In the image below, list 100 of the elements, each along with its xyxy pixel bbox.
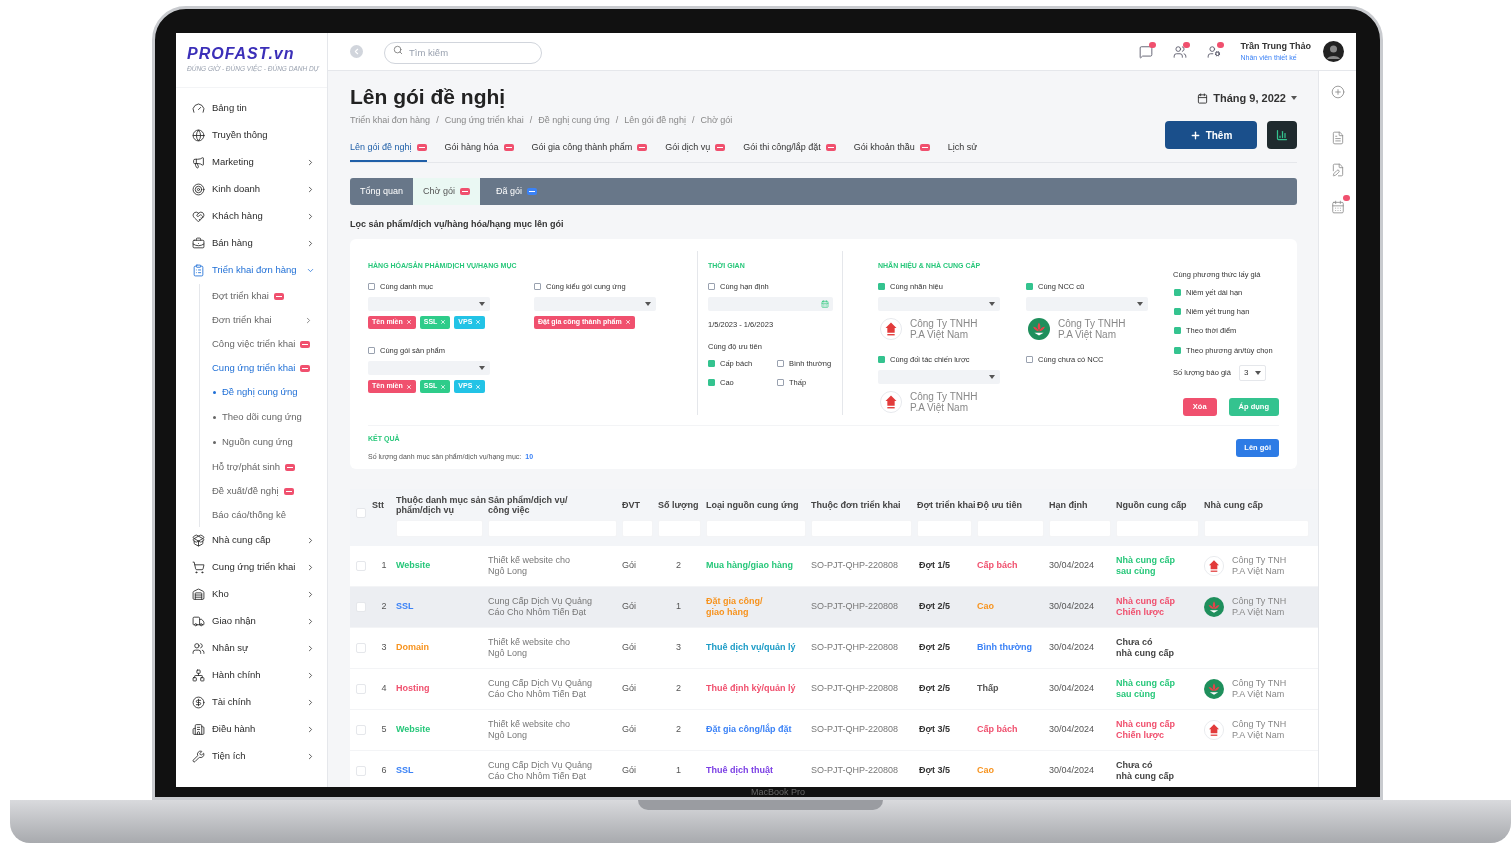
table-cell-text: Đặt gia công/lắp đặt xyxy=(706,724,793,735)
checkbox[interactable] xyxy=(1174,327,1181,335)
dropdown-field[interactable] xyxy=(368,361,490,375)
table-row[interactable]: 5 Website Thiết kế website cho Ngô Long Gói 2 Đặt gia công/lắp đặt SO-PJT-QHP-220808 Đợt 3/5 Cấp bách 30/04/2024 Nhà cung cấp Chiến lược Công Ty TNH P.A Việt Nam xyxy=(350,709,1318,751)
sidebar-item[interactable]: Marketing xyxy=(176,149,327,176)
remove-icon[interactable] xyxy=(405,319,412,326)
document-edit-icon[interactable] xyxy=(1330,163,1345,177)
checkbox[interactable] xyxy=(878,282,885,290)
checkbox[interactable] xyxy=(1026,355,1033,363)
table-cell-text: SO-PJT-QHP-220808 xyxy=(811,765,900,776)
checkbox[interactable] xyxy=(1026,282,1033,290)
sidebar-item[interactable]: Kho xyxy=(176,581,327,608)
remove-icon[interactable] xyxy=(475,319,482,326)
checkbox[interactable] xyxy=(777,378,784,386)
table-row[interactable]: 3 Domain Thiết kế website cho Ngô Long Gói 3 Thuê dịch vụ/quản lý SO-PJT-QHP-220808 Đợt 2/5 Bình thường 30/04/2024 Chưa có nhà cung cấp xyxy=(350,627,1318,669)
document-icon[interactable] xyxy=(1330,131,1345,145)
sidebar-item[interactable]: Khách hàng xyxy=(176,203,327,230)
breadcrumb-link[interactable]: Cung ứng triển khai xyxy=(444,114,524,128)
table-cell-text: Đợt 2/5 xyxy=(918,642,951,653)
sidebar-item[interactable]: Công việc triển khai xyxy=(200,332,327,356)
sidebar-item[interactable]: Giao nhận xyxy=(176,608,327,635)
sidebar-item[interactable]: Điều hành xyxy=(176,716,327,743)
subtab[interactable]: Chờ gói xyxy=(413,178,480,205)
dropdown-field[interactable] xyxy=(878,296,1000,311)
column-header: Stt xyxy=(372,499,384,510)
checkbox[interactable] xyxy=(368,346,375,354)
sidebar-item[interactable]: Cung ứng triển khai xyxy=(200,356,327,380)
table-row[interactable]: 4 Hosting Cung Cấp Dịch Vụ Quảng Cáo Cho Nhôm Tiến Đạt Gói 2 Thuê định kỳ/quản lý SO-PJT-QHP-220808 Đợt 2/5 Thấp 30/04/2024 Nhà cung cấp sau cùng Công Ty TNH P.A Việt Nam xyxy=(350,668,1318,710)
quote-dropdown[interactable]: 3 xyxy=(1238,364,1266,381)
table-row[interactable]: 1 Website Thiết kế website cho Ngô Long Gói 2 Mua hàng/giao hàng SO-PJT-QHP-220808 Đợt 1/5 Cấp bách 30/04/2024 Nhà cung cấp sau cùng Công Ty TNH P.A Việt Nam xyxy=(350,545,1318,587)
sidebar-item[interactable]: Cung ứng triển khai xyxy=(176,554,327,581)
tab[interactable]: Gói hàng hóa xyxy=(444,140,514,162)
sidebar-item[interactable]: Đề xuất/đề nghị xyxy=(200,479,327,503)
breadcrumb-link[interactable]: Triển khai đơn hàng xyxy=(350,114,431,128)
breadcrumb-link[interactable]: Đề nghị cung ứng xyxy=(538,114,610,128)
dropdown-field[interactable] xyxy=(1026,296,1148,311)
remove-icon[interactable] xyxy=(440,383,447,390)
dropdown-field[interactable] xyxy=(878,370,1000,384)
table-row[interactable]: 2 SSL Cung Cấp Dịch Vụ Quảng Cáo Cho Nhôm Tiến Đạt Gói 1 Đặt gia công/ giao hàng SO-PJT-QHP-220808 Đợt 2/5 Cao 30/04/2024 Nhà cung cấp Chiến lược Công Ty TNH P.A Việt Nam xyxy=(350,586,1318,628)
sidebar-item[interactable]: Bán hàng xyxy=(176,230,327,257)
caret-icon xyxy=(479,301,485,306)
sidebar-item[interactable]: Nhà cung cấp xyxy=(176,527,327,554)
breadcrumb-link[interactable]: Lên gói đề nghị xyxy=(624,114,686,128)
date-field[interactable] xyxy=(708,296,833,311)
sidebar-item[interactable]: Hỗ trợ/phát sinh xyxy=(200,455,327,479)
sidebar-item[interactable]: Theo dõi cung ứng xyxy=(200,405,327,430)
sidebar-item[interactable]: Tài chính xyxy=(176,689,327,716)
table-row[interactable]: 6 SSL Cung Cấp Dịch Vụ Quảng Cáo Cho Nhôm Tiến Đạt Gói 1 Thuê dịch thuật SO-PJT-QHP-220808 Đợt 3/5 Cao 30/04/2024 Chưa có nhà cung cấp xyxy=(350,750,1318,787)
month-picker[interactable]: Tháng 9, 2022 xyxy=(1197,90,1297,107)
checkbox[interactable] xyxy=(534,282,541,290)
checkbox[interactable] xyxy=(878,355,885,363)
remove-icon[interactable] xyxy=(475,383,482,390)
table-cell-text: 2 xyxy=(380,601,388,612)
sidebar-item[interactable]: Truyền thông xyxy=(176,122,327,149)
chart-button[interactable] xyxy=(1267,121,1297,149)
add-circle-icon[interactable] xyxy=(1330,85,1345,99)
remove-icon[interactable] xyxy=(405,383,412,390)
sidebar-item[interactable]: Bảng tin xyxy=(176,95,327,122)
dropdown-field[interactable] xyxy=(534,296,656,311)
sidebar-item[interactable]: Nhân sự xyxy=(176,635,327,662)
checkbox[interactable] xyxy=(708,360,715,368)
sidebar-item[interactable]: Triển khai đơn hàng xyxy=(176,257,327,284)
sidebar-item[interactable]: Hành chính xyxy=(176,662,327,689)
checkbox[interactable] xyxy=(1174,346,1181,354)
remove-icon[interactable] xyxy=(624,319,631,326)
table-cell-text: Nhà cung cấp sau cùng xyxy=(1116,677,1176,700)
tab[interactable]: Gói khoản thầu xyxy=(853,140,930,162)
tab[interactable]: Gói dịch vụ xyxy=(665,140,726,162)
sidebar-item[interactable]: Đợt triển khai xyxy=(200,284,327,308)
checkbox[interactable] xyxy=(1174,288,1181,296)
tab[interactable]: Lịch sử xyxy=(947,140,978,162)
tab[interactable]: Gói thi công/lắp đặt xyxy=(743,140,836,162)
subtab[interactable]: Đã gói xyxy=(485,178,547,205)
back-button[interactable] xyxy=(350,45,363,58)
checkbox[interactable] xyxy=(777,360,784,368)
bullet-icon xyxy=(213,391,216,394)
sidebar-item[interactable]: Đề nghị cung ứng xyxy=(200,380,327,405)
sidebar-item[interactable]: Nguồn cung ứng xyxy=(200,430,327,455)
breadcrumb-link[interactable]: Chờ gói xyxy=(700,114,733,128)
company-name: Công Ty TNHH P.A Việt Nam xyxy=(910,317,978,340)
add-button[interactable]: Thêm xyxy=(1165,121,1257,149)
tab[interactable]: Gói gia công thành phẩm xyxy=(531,140,648,162)
subtab[interactable]: Tổng quan xyxy=(350,178,414,205)
table-cell-text: 3 xyxy=(380,642,388,653)
avatar[interactable] xyxy=(1323,41,1344,62)
sidebar-item[interactable]: Báo cáo/thống kê xyxy=(200,503,327,527)
table-cell-text: Cao xyxy=(977,765,995,776)
remove-icon[interactable] xyxy=(440,319,447,326)
table-cell-text: Mua hàng/giao hàng xyxy=(706,560,794,571)
table-cell-text: Website xyxy=(396,560,432,571)
checkbox[interactable] xyxy=(708,378,715,386)
sidebar-item[interactable]: Tiện ích xyxy=(176,743,327,770)
sidebar-item[interactable]: Kinh doanh xyxy=(176,176,327,203)
checkbox[interactable] xyxy=(1174,308,1181,316)
search-field[interactable]: Tìm kiếm xyxy=(384,41,542,64)
dropdown-field[interactable] xyxy=(368,296,490,311)
checkbox[interactable] xyxy=(708,282,715,290)
checkbox[interactable] xyxy=(368,282,375,290)
sidebar-item[interactable]: Đơn triển khai xyxy=(200,308,327,332)
tab[interactable]: Lên gói đề nghị xyxy=(350,140,427,162)
